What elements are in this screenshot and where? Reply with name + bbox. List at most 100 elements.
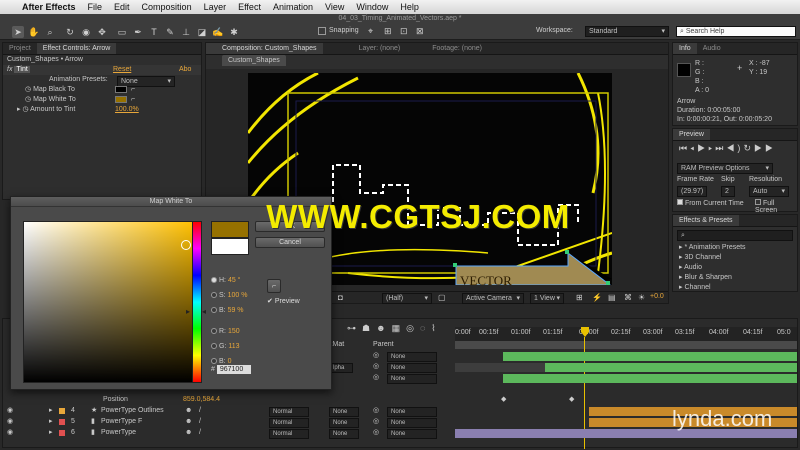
parent-select[interactable]: None [387,352,437,362]
menu-animation[interactable]: Animation [273,2,313,12]
field-value[interactable]: 0 [228,358,232,365]
expand-triangle-icon[interactable]: ▸ [17,106,21,113]
radio-brightness[interactable] [211,307,217,314]
snapping-checkbox[interactable] [318,27,326,35]
camera-tool-icon[interactable]: ◉ [80,26,92,38]
trkmat-select[interactable]: lpha [329,363,353,373]
tab-effects-presets[interactable]: Effects & Presets [673,215,739,226]
layer-duration-bar[interactable] [545,363,797,372]
trkmat-select[interactable]: None [329,429,359,439]
field-brightness[interactable]: B: 59 % [211,303,247,318]
workspace-select[interactable]: Standard ▾ [585,26,669,37]
search-help-input[interactable]: ⌕ Search Help [676,26,796,37]
snapshot-icon[interactable]: ◘ [338,293,343,302]
menu-layer[interactable]: Layer [204,2,227,12]
parent-select[interactable]: None [387,429,437,439]
menu-app-name[interactable]: After Effects [22,2,76,12]
layer-duration-bar[interactable] [503,352,797,361]
tab-layer[interactable]: Layer: (none) [353,43,407,54]
cancel-button[interactable]: Cancel [255,237,325,248]
field-value[interactable]: 150 [228,328,240,335]
full-screen-row[interactable]: Full Screen [755,199,797,214]
layer-label-color[interactable] [59,419,65,425]
frame-rate-select[interactable]: (29.97) [677,186,707,197]
current-color-swatch[interactable] [211,238,249,255]
object-axis-icon[interactable]: ⊠ [416,26,424,37]
field-saturation[interactable]: S: 100 % [211,288,247,303]
play-icon[interactable]: ▶ [697,143,708,153]
motion-blur-icon[interactable]: ◎ [406,323,420,333]
eyedropper-icon[interactable]: ⌐ [131,85,135,95]
field-green[interactable]: G: 113 [211,339,247,354]
parent-pickwhip-icon[interactable]: ◎ [373,351,379,361]
loop-icon[interactable]: ↻ [743,143,754,153]
effects-item[interactable]: ▸ Blur & Sharpen [673,273,797,283]
roto-brush-tool-icon[interactable]: ✍ [212,26,224,38]
layer-name[interactable]: PowerType [101,428,136,438]
amount-to-tint-value[interactable]: 100.0% [115,105,139,115]
effects-item[interactable]: ▸ Channel [673,283,797,293]
timeline-layer-row[interactable]: ◉ ▸ 4 ★ PowerType Outlines ☻ / Normal No… [3,406,458,417]
resolution-select[interactable]: (Half) ▾ [382,293,432,304]
stopwatch-icon[interactable]: ◷ [25,86,31,93]
stopwatch-icon[interactable]: ◷ [22,106,28,113]
timeline-layer-row[interactable]: ◉ ▸ 5 ▮ PowerType F ☻ / Normal None ◎ No… [3,417,458,428]
blend-mode-select[interactable]: Normal [269,418,309,428]
effect-reset-link[interactable]: Reset [113,65,131,75]
view-axis-icon[interactable]: ⊡ [400,26,408,37]
field-value[interactable]: 100 % [228,292,248,299]
radio-green[interactable] [211,343,217,350]
menu-composition[interactable]: Composition [142,2,192,12]
region-of-interest-icon[interactable]: ▢ [438,293,446,302]
field-red[interactable]: R: 150 [211,324,247,339]
hide-shy-icon[interactable]: ☻ [376,323,391,333]
graph-editor-icon[interactable]: ⌇ [431,323,441,333]
tab-effect-controls[interactable]: Effect Controls: Arrow [36,43,117,54]
parent-pickwhip-icon[interactable]: ◎ [373,373,379,383]
ram-preview-options-select[interactable]: RAM Preview Options ▾ [677,163,773,174]
timeline-layer-row[interactable]: ◉ ▸ 6 ▮ PowerType ☻ / Normal None ◎ None [3,428,458,439]
skip-field[interactable]: 2 [721,186,735,197]
hex-input[interactable]: 967100 [216,365,251,374]
expand-triangle-icon[interactable]: ▸ [49,417,53,427]
field-value[interactable]: 59 % [228,307,244,314]
toggle-pixel-aspect-icon[interactable]: ⊞ [576,293,583,302]
puppet-tool-icon[interactable]: ✱ [228,26,240,38]
parent-select[interactable]: None [387,363,437,373]
layer-name[interactable]: PowerType Outlines [101,406,164,416]
frame-blending-icon[interactable]: ▦ [392,323,407,333]
exposure-value[interactable]: +0.0 [650,293,664,300]
effects-search-input[interactable]: ⌕ [677,230,793,241]
position-value[interactable]: 859.0,584.4 [183,395,220,405]
keyframe-icon[interactable]: ◆ [501,395,506,403]
camera-select[interactable]: Active Camera ▾ [462,293,524,304]
layer-duration-bar[interactable] [455,363,545,372]
menu-view[interactable]: View [325,2,344,12]
from-current-time-row[interactable]: From Current Time [677,199,744,207]
effect-name-tint[interactable]: Tint [14,66,30,73]
expand-triangle-icon[interactable]: ▸ [49,428,53,438]
effects-item[interactable]: ▸ 3D Channel [673,253,797,263]
radio-red[interactable] [211,328,217,335]
quality-icon[interactable]: / [199,417,201,427]
tab-audio[interactable]: Audio [697,43,727,54]
hand-tool-icon[interactable]: ✋ [28,26,40,38]
field-hue[interactable]: H: 45 ° [211,273,247,288]
preview-resolution-select[interactable]: Auto ▾ [749,186,789,197]
parent-select[interactable]: None [387,418,437,428]
effect-about-link[interactable]: Abo [179,65,191,75]
exposure-icon[interactable]: ☀ [638,293,645,302]
timeline-toggle-icon[interactable]: ▤ [608,293,616,302]
radio-hue[interactable] [211,277,217,284]
full-screen-checkbox[interactable] [755,199,761,205]
preview-option[interactable]: ✔ Preview [267,297,300,305]
layer-name[interactable]: PowerType F [101,417,142,427]
comp-flowchart-tab[interactable]: Custom_Shapes [222,55,286,66]
pen-tool-icon[interactable]: ✒ [132,26,144,38]
map-black-swatch[interactable] [115,86,127,93]
mute-icon[interactable]: ◀) [726,143,743,153]
effect-row-tint[interactable]: fx Tint Reset Abo [3,65,201,75]
trkmat-select[interactable]: None [329,407,359,417]
zoom-tool-icon[interactable]: ⌕ [44,26,56,38]
brush-tool-icon[interactable]: ✎ [164,26,176,38]
